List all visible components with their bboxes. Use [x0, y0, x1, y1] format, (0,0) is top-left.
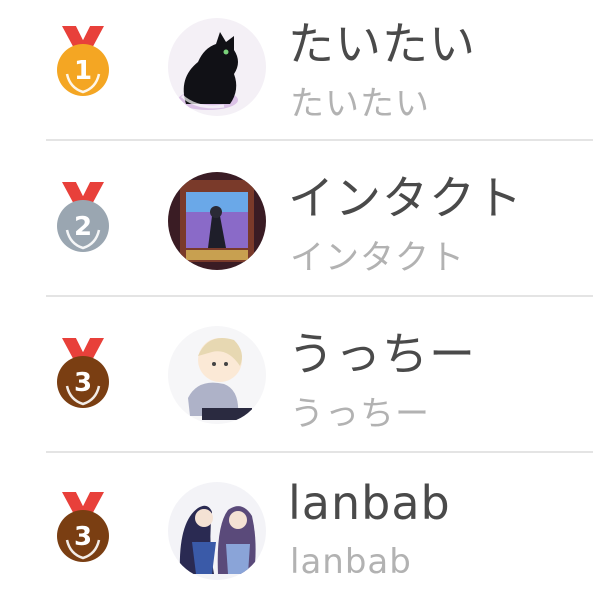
- bronze-medal-icon: 3: [50, 338, 116, 410]
- user-name: うっちー: [288, 327, 476, 381]
- avatar: [168, 482, 266, 580]
- medal-rank-number: 2: [74, 212, 92, 242]
- user-name: インタクト: [288, 171, 523, 225]
- user-subname: たいたい: [290, 84, 430, 124]
- user-subname: うっちー: [290, 394, 430, 434]
- list-item[interactable]: 1 たいたい たいたい: [0, 0, 593, 140]
- user-subname: インタクト: [290, 238, 465, 278]
- medal-rank-number: 3: [74, 368, 92, 398]
- user-name: たいたい: [288, 17, 476, 71]
- gold-medal-icon: 1: [50, 26, 116, 98]
- bronze-medal-icon: 3: [50, 492, 116, 564]
- ranking-list: 1 たいたい たいたい 2 インタクト インタクト 3 うっちー うっちー 3 …: [0, 0, 593, 596]
- avatar: [168, 326, 266, 424]
- list-item[interactable]: 3 うっちー うっちー: [0, 296, 593, 452]
- list-item[interactable]: 2 インタクト インタクト: [0, 140, 593, 296]
- user-subname: lanbab: [290, 542, 412, 582]
- medal-rank-number: 1: [74, 56, 92, 86]
- list-item[interactable]: 3 lanbab lanbab: [0, 452, 593, 608]
- avatar: [168, 18, 266, 116]
- silver-medal-icon: 2: [50, 182, 116, 254]
- user-name: lanbab: [288, 476, 451, 530]
- medal-rank-number: 3: [74, 522, 92, 552]
- avatar: [168, 172, 266, 270]
